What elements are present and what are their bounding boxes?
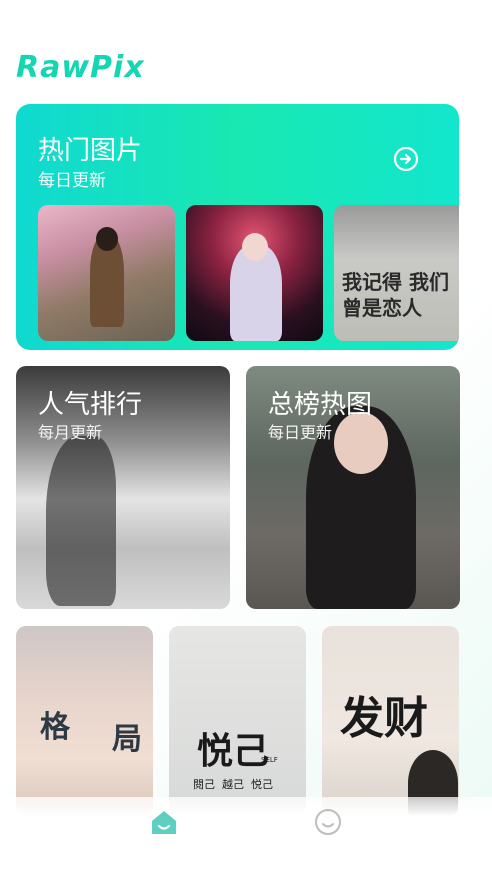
tattoo-text: 局 [112, 722, 142, 757]
bottom-tab-bar [0, 797, 492, 874]
popularity-ranking-card[interactable]: 人气排行 每月更新 [16, 366, 230, 609]
top-chart-title: 总榜热图 [268, 390, 373, 420]
hot-thumbnail[interactable]: 我记得 我们曾是恋人 [334, 205, 459, 341]
top-chart-card[interactable]: 总榜热图 每日更新 [246, 366, 460, 609]
hot-images-subtitle: 每日更新 [38, 171, 106, 191]
hot-images-card[interactable]: 热门图片 每日更新 我记得 我们曾是恋人 [16, 104, 459, 350]
popularity-ranking-title: 人气排行 [38, 390, 143, 420]
hot-images-title: 热门图片 [38, 136, 143, 166]
app-logo: RawPix [16, 50, 145, 85]
image-tile[interactable]: 悦己 SELF 閱己 越己 悦己 [169, 626, 306, 816]
image-tile[interactable]: 发财 [322, 626, 459, 816]
graffiti-text: 我记得 我们曾是恋人 [342, 270, 449, 320]
popularity-ranking-subtitle: 每月更新 [38, 423, 103, 442]
hot-thumbnails: 我记得 我们曾是恋人 [38, 205, 459, 341]
arrow-right-circle-icon[interactable] [393, 146, 419, 172]
tattoo-text: 格 [40, 710, 70, 745]
home-icon[interactable] [149, 807, 179, 837]
image-tile[interactable]: 格 局 [16, 626, 153, 816]
calligraphy-tag: SELF [261, 756, 278, 764]
calligraphy-text: 发财 [340, 693, 428, 744]
top-chart-subtitle: 每日更新 [268, 423, 333, 442]
calligraphy-text: 悦己 [197, 730, 270, 772]
hot-thumbnail[interactable] [38, 205, 175, 341]
calligraphy-subtext: 閱己 越己 悦己 [193, 778, 273, 791]
hot-thumbnail[interactable] [186, 205, 323, 341]
smile-icon[interactable] [313, 807, 343, 837]
